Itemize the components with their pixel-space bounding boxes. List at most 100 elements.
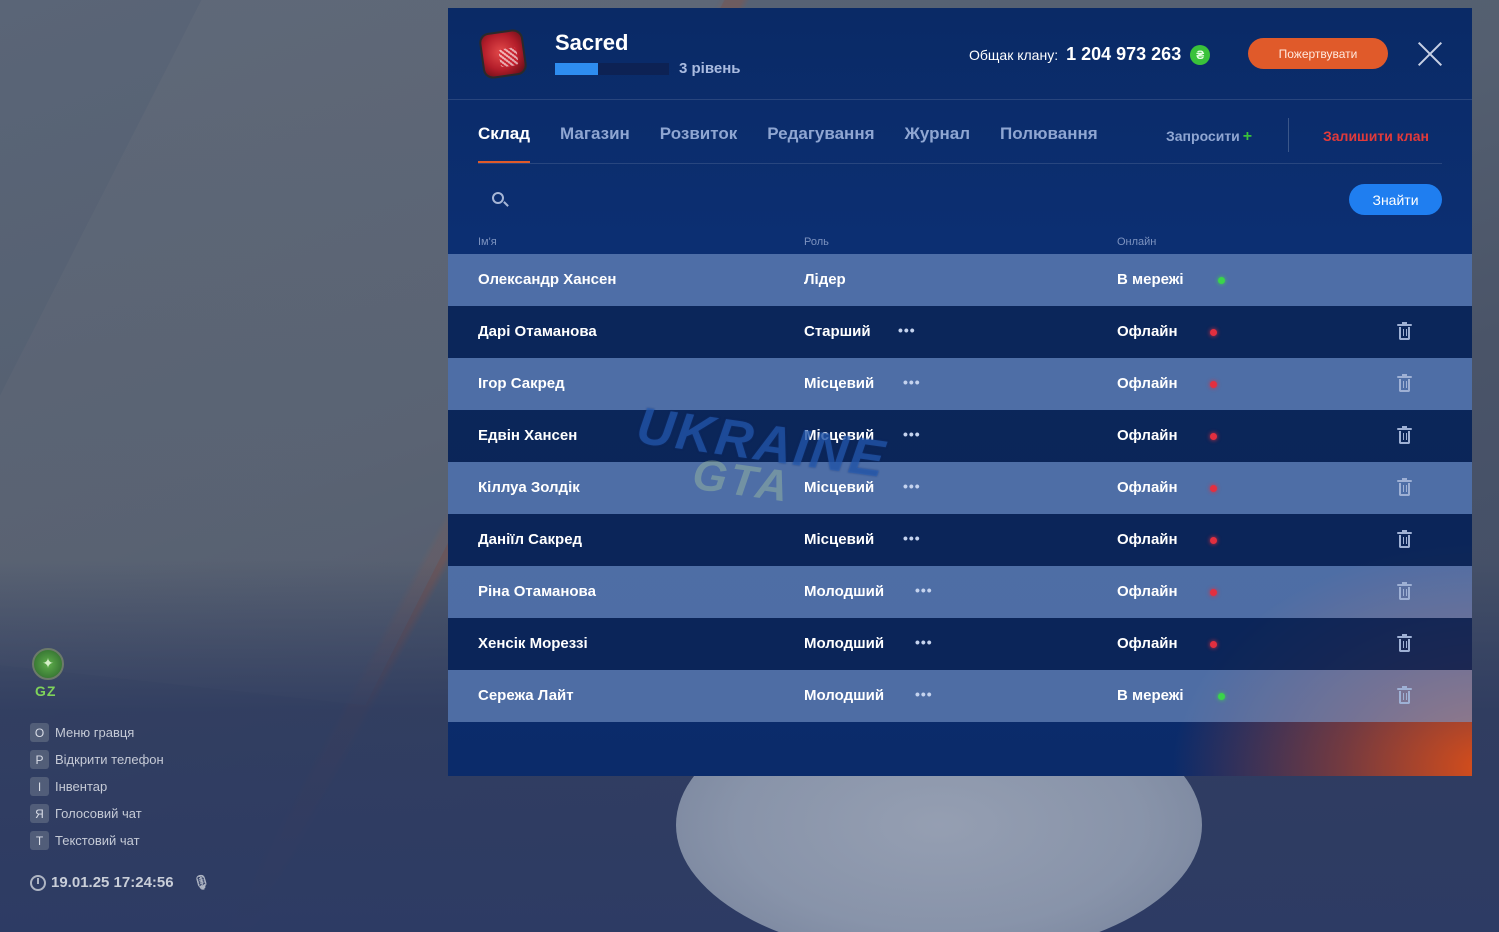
trash-icon[interactable] [1397,426,1412,444]
trash-icon[interactable] [1397,478,1412,496]
status-dot-icon [1210,381,1217,388]
level-progress-fill [555,62,599,75]
green-zone-icon: ✦ [32,648,64,680]
member-name: Олександр Хансен [478,271,617,288]
member-role: Місцевий [804,479,875,496]
table-row[interactable]: Кіллуа Золдік Місцевий ••• Офлайн [448,462,1472,514]
close-icon[interactable] [1417,41,1443,67]
shortcut-label: Текстовий чат [55,833,140,848]
tab-3[interactable]: Редагування [767,118,874,163]
table-row[interactable]: Ріна Отаманова Молодший ••• Офлайн [448,566,1472,618]
member-status: Офлайн [1117,479,1178,496]
member-name: Даніїл Сакред [478,531,583,548]
member-name: Ріна Отаманова [478,583,596,600]
member-role: Молодший [804,583,885,600]
table-row[interactable]: Дарі Отаманова Старший ••• Офлайн [448,306,1472,358]
member-role: Місцевий [804,427,875,444]
member-role: Лідер [804,271,846,288]
status-dot-icon [1218,277,1225,284]
member-status: Офлайн [1117,375,1178,392]
trash-icon[interactable] [1397,530,1412,548]
tab-4[interactable]: Журнал [905,118,971,163]
more-options-icon[interactable]: ••• [903,374,921,390]
clock-icon [30,874,46,891]
table-row[interactable]: Хенсік Мореззі Молодший ••• Офлайн [448,618,1472,670]
member-role: Молодший [804,687,885,704]
clan-name: Sacred [555,30,629,55]
shortcut-key: O [30,723,49,742]
table-row[interactable]: Сережа Лайт Молодший ••• В мережі [448,670,1472,722]
member-name: Дарі Отаманова [478,323,597,340]
tab-0[interactable]: Склад [478,118,531,163]
trash-icon[interactable] [1397,634,1412,652]
donate-button[interactable]: Пожертвувати [1248,38,1388,69]
member-status: В мережі [1117,271,1184,288]
shortcut-key: P [30,750,49,769]
shortcut-label: Інвентар [55,779,108,794]
member-status: Офлайн [1117,323,1178,340]
microphone-icon: 🎙 [192,874,211,890]
shortcut-key: I [30,777,49,796]
more-options-icon[interactable]: ••• [915,634,933,650]
member-status: Офлайн [1117,635,1178,652]
clan-logo [478,29,528,79]
status-dot-icon [1210,329,1217,336]
search-input[interactable] [518,184,1318,216]
find-button[interactable]: Знайти [1349,184,1442,215]
more-options-icon[interactable]: ••• [915,582,933,598]
more-options-icon[interactable]: ••• [903,530,921,546]
trash-icon[interactable] [1397,322,1412,340]
clan-level: 3 рівень [555,60,741,77]
more-options-icon[interactable]: ••• [903,426,921,442]
more-options-icon[interactable]: ••• [915,686,933,702]
trash-icon[interactable] [1397,374,1412,392]
more-options-icon[interactable]: ••• [903,478,921,494]
green-zone-label: GZ [35,683,57,699]
member-role: Молодший [804,635,885,652]
clan-modal: Sacred 3 рівень Общак клану: 1 204 973 2… [448,8,1472,776]
shortcut-item: O Меню гравця [30,719,210,746]
status-dot-icon [1218,693,1225,700]
member-name: Едвін Хансен [478,427,578,444]
status-dot-icon [1210,537,1217,544]
tab-bar: Склад Магазин Розвиток Редагування Журнал Пол… [478,118,1442,164]
shortcut-label: Голосовий чат [55,806,142,821]
plus-icon: + [1242,128,1253,145]
shortcut-key: T [30,831,49,850]
treasury-value: 1 204 973 263 [1066,44,1182,64]
table-row[interactable]: Ігор Сакред Місцевий ••• Офлайн [448,358,1472,410]
table-row[interactable]: Едвін Хансен Місцевий ••• Офлайн [448,410,1472,462]
shortcut-list: O Меню гравця P Відкрити телефон I Інвентар Я Г… [30,719,210,854]
member-status: Офлайн [1117,531,1178,548]
trash-icon[interactable] [1397,686,1412,704]
tab-1[interactable]: Магазин [560,118,630,163]
member-role: Місцевий [804,375,875,392]
member-role: Місцевий [804,531,875,548]
table-header: Ім'я Роль Онлайн [448,236,1472,254]
member-role: Старший [804,323,871,340]
leave-clan-button[interactable]: Залишити клан [1323,128,1429,144]
shortcut-item: P Відкрити телефон [30,746,210,773]
member-name: Ігор Сакред [478,375,565,392]
member-status: В мережі [1117,687,1184,704]
column-header-role: Роль [804,236,829,248]
tab-2[interactable]: Розвиток [660,118,737,163]
invite-button[interactable]: Запросити + [1166,128,1252,146]
shortcut-key: Я [30,804,49,823]
member-name: Сережа Лайт [478,687,574,704]
datetime-text: 19.01.25 17:24:56 [51,874,174,891]
treasury-label: Общак клану: [969,46,1059,63]
status-dot-icon [1210,589,1217,596]
more-options-icon[interactable]: ••• [898,322,916,338]
column-header-online: Онлайн [1117,236,1157,248]
members-table: Олександр Хансен Лідер В мережі Дарі Отаман… [448,254,1472,722]
status-dot-icon [1210,641,1217,648]
trash-icon[interactable] [1397,582,1412,600]
table-row[interactable]: Олександр Хансен Лідер В мережі [448,254,1472,306]
hud-panel: ✦ GZ O Меню гравця P Відкрити телефон I Інвен… [30,648,210,891]
table-row[interactable]: Даніїл Сакред Місцевий ••• Офлайн [448,514,1472,566]
hud-clock: 19.01.25 17:24:56 🎙 [30,874,210,891]
tab-5[interactable]: Полювання [1000,118,1098,163]
shortcut-item: Я Голосовий чат [30,800,210,827]
shortcut-item: T Текстовий чат [30,827,210,854]
